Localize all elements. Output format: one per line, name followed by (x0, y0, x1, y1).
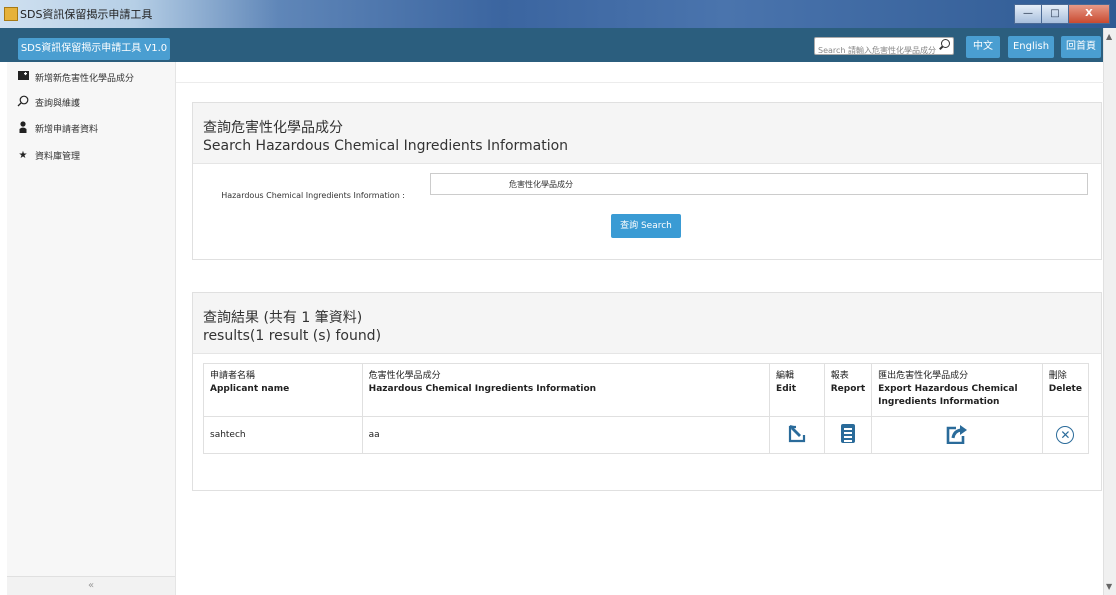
header-zh: 刪除 (1048, 371, 1067, 381)
search-icon[interactable] (941, 39, 950, 48)
results-title-zh: 查詢結果 (共有 1 筆資料) (203, 310, 363, 326)
window-title: SDS資訊保留揭示申請工具 (20, 8, 153, 21)
sidebar-item-label: 資料庫管理 (35, 151, 81, 162)
delete-circle-x-icon[interactable]: ✕ (1056, 426, 1075, 444)
window-title-bar: SDS資訊保留揭示申請工具 — □ X (0, 0, 1116, 28)
sidebar-item-search-maintain[interactable]: 查詢與維護 (7, 91, 175, 113)
results-panel: 查詢結果 (共有 1 筆資料) results(1 result (s) fou… (192, 292, 1102, 491)
scroll-up-icon[interactable]: ▲ (1106, 32, 1112, 41)
maximize-button[interactable]: □ (1041, 4, 1069, 24)
top-search-input[interactable] (815, 42, 939, 59)
home-button[interactable]: 回首頁 (1061, 36, 1101, 58)
col-export-header: 匯出危害性化學品成分 Export Hazardous Chemical Ingr… (871, 363, 1043, 417)
export-icon[interactable] (946, 424, 968, 444)
search-panel-header: 查詢危害性化學品成分 Search Hazardous Chemical Ing… (193, 103, 1101, 164)
user-icon (15, 120, 31, 136)
search-panel-title-en: Search Hazardous Chemical Ingredients In… (203, 138, 569, 154)
close-button[interactable]: X (1068, 4, 1110, 24)
header-en: Export Hazardous Chemical Ingredients In… (878, 384, 1018, 407)
col-edit-header: 編輯 Edit (769, 363, 825, 417)
export-button[interactable] (871, 416, 1043, 454)
app-brand[interactable]: SDS資訊保留揭示申請工具 V1.0 (18, 38, 170, 60)
header-en: Report (830, 384, 866, 394)
cell-applicant: sahtech (203, 416, 363, 454)
cell-ingredient: aa (361, 416, 771, 454)
window-controls: — □ X (1014, 4, 1110, 24)
search-button[interactable]: 查詢 Search (611, 214, 681, 238)
search-icon (15, 95, 31, 110)
edit-button[interactable] (769, 416, 825, 454)
lang-en-button[interactable]: English (1008, 36, 1054, 58)
header-zh: 編輯 (776, 371, 795, 381)
minimize-button[interactable]: — (1014, 4, 1042, 24)
top-search-box[interactable] (814, 37, 954, 59)
table-row: sahtech aa ✕ (203, 416, 1090, 454)
sidebar-collapse-button[interactable]: « (7, 576, 175, 595)
ingredient-search-field[interactable] (430, 173, 1088, 195)
header-en: Hazardous Chemical Ingredients Informati… (368, 384, 597, 394)
sidebar-item-label: 新增新危害性化學品成分 (35, 73, 135, 84)
header-en: Applicant name (210, 384, 290, 394)
sidebar-item-add-applicant[interactable]: 新增申請者資料 (7, 117, 175, 139)
edit-icon[interactable] (787, 424, 807, 444)
table-header-row: 申請者名稱 Applicant name 危害性化學品成分 Hazardous Ch… (203, 363, 1090, 417)
sidebar: 新增新危害性化學品成分 查詢與維護 新增申請者資料 ★ 資料庫管理 « (7, 62, 176, 595)
col-report-header: 報表 Report (823, 363, 873, 417)
results-panel-header: 查詢結果 (共有 1 筆資料) results(1 result (s) fou… (193, 293, 1101, 354)
results-title-en: results(1 result (s) found) (203, 328, 382, 344)
sidebar-item-database[interactable]: ★ 資料庫管理 (7, 144, 175, 166)
results-table: 申請者名稱 Applicant name 危害性化學品成分 Hazardous Ch… (203, 363, 1090, 454)
ingredient-field-label-en: Hazardous Chemical Ingredients Informati… (221, 191, 405, 200)
col-delete-header: 刪除 Delete (1041, 363, 1090, 417)
report-icon[interactable] (840, 424, 855, 443)
col-ingredient-header: 危害性化學品成分 Hazardous Chemical Ingredients I… (361, 363, 771, 417)
app-icon (4, 7, 18, 21)
star-icon: ★ (18, 149, 28, 161)
lang-zh-button[interactable]: 中文 (966, 36, 1000, 58)
search-panel: 查詢危害性化學品成分 Search Hazardous Chemical Ing… (192, 102, 1102, 260)
sidebar-item-label: 新增申請者資料 (35, 124, 99, 135)
sidebar-item-add-ingredient[interactable]: 新增新危害性化學品成分 (7, 66, 175, 88)
header-en: Edit (776, 384, 797, 394)
header-zh: 申請者名稱 (210, 371, 256, 381)
header-zh: 危害性化學品成分 (368, 371, 441, 381)
report-button[interactable] (823, 416, 873, 454)
col-applicant-header: 申請者名稱 Applicant name (203, 363, 363, 417)
vertical-scrollbar[interactable]: ▲ ▼ (1103, 28, 1116, 595)
header-en: Delete (1048, 384, 1082, 394)
scroll-down-icon[interactable]: ▼ (1106, 582, 1112, 591)
search-panel-title-zh: 查詢危害性化學品成分 (203, 120, 343, 136)
content-divider (176, 82, 1104, 83)
add-square-icon (15, 71, 31, 83)
delete-button[interactable]: ✕ (1041, 416, 1090, 454)
sidebar-item-label: 查詢與維護 (35, 98, 81, 109)
header-zh: 匯出危害性化學品成分 (878, 371, 969, 381)
header-zh: 報表 (830, 371, 849, 381)
